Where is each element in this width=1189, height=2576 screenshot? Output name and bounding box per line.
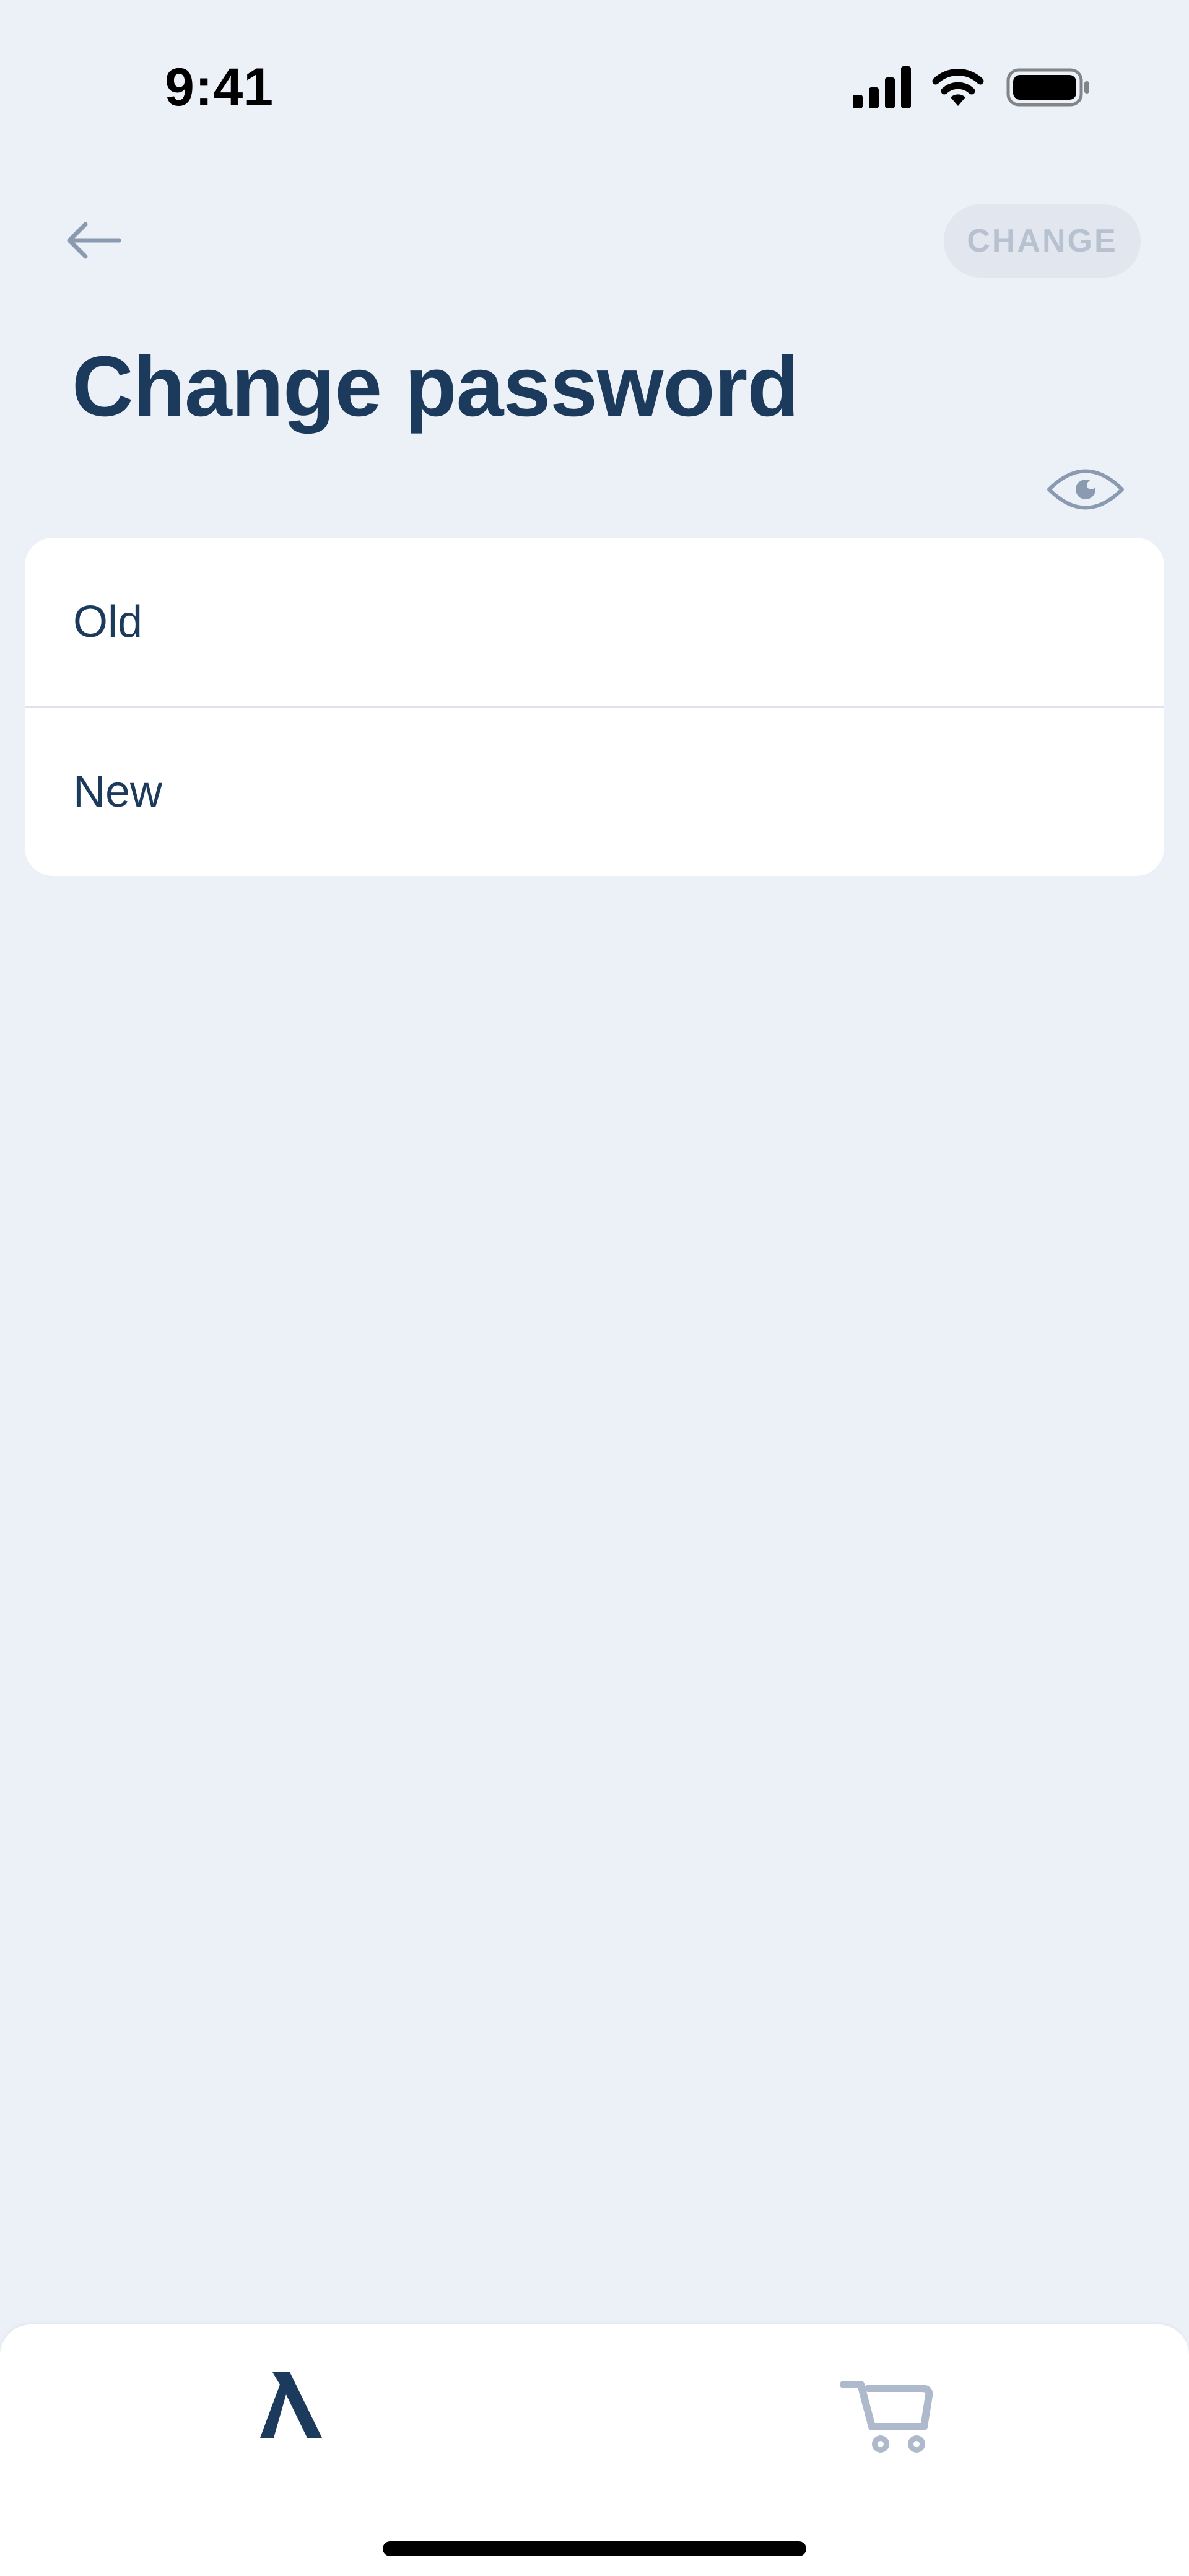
home-indicator <box>383 2541 806 2556</box>
lambda-logo-icon <box>260 2372 322 2438</box>
status-time: 9:41 <box>165 58 274 117</box>
wifi-icon <box>932 69 984 106</box>
cellular-signal-icon <box>853 66 911 108</box>
cart-icon <box>840 2381 933 2453</box>
old-password-input[interactable] <box>260 585 1127 659</box>
change-password-screen: 9:41 CHANGE Change password Old New <box>0 0 1189 2576</box>
new-password-input[interactable] <box>260 755 1127 829</box>
password-visibility-toggle[interactable] <box>1045 462 1126 517</box>
old-password-label: Old <box>73 597 143 647</box>
bottom-tab-bar <box>0 2324 1189 2576</box>
old-password-row[interactable]: Old <box>25 538 1164 706</box>
page-title: Change password <box>72 339 799 434</box>
new-password-label: New <box>73 767 163 817</box>
back-button[interactable] <box>62 211 130 273</box>
tab-cart[interactable] <box>836 2365 941 2464</box>
battery-icon <box>1006 68 1089 107</box>
password-form-card: Old New <box>25 538 1164 876</box>
change-button[interactable]: CHANGE <box>944 204 1141 278</box>
tab-home[interactable] <box>248 2365 347 2464</box>
status-bar: 9:41 <box>0 0 1189 173</box>
new-password-row[interactable]: New <box>25 708 1164 876</box>
eye-icon <box>1047 469 1124 510</box>
arrow-left-icon <box>67 222 121 259</box>
